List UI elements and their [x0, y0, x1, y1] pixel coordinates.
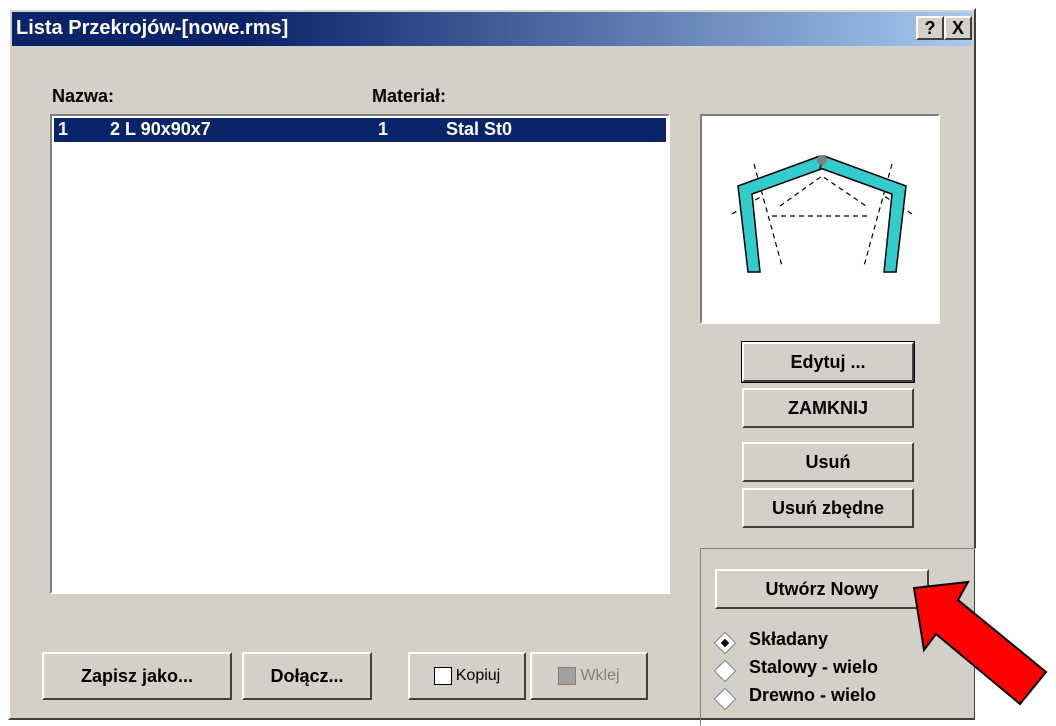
radio-indicator-icon — [713, 687, 737, 711]
radio-indicator-selected-icon — [713, 631, 737, 655]
help-button[interactable]: ? — [916, 16, 944, 40]
profile-right-angle — [819, 155, 907, 273]
copy-icon — [433, 666, 452, 685]
row-name: 2 L 90x90x7 — [110, 119, 211, 139]
copy-label: Kopiuj — [455, 667, 501, 684]
profile-left-angle — [737, 155, 825, 273]
radio-steel-multi-label: Stalowy - wielo — [749, 657, 879, 677]
copy-button[interactable]: Kopiuj — [408, 652, 526, 700]
paste-button[interactable]: Wklej — [530, 652, 648, 700]
delete-unneeded-button[interactable]: Usuń zbędne — [742, 488, 914, 528]
delete-button[interactable]: Usuń — [742, 442, 914, 482]
paste-label: Wklej — [580, 667, 620, 684]
window-title: Lista Przekrojów-[nowe.rms] — [16, 17, 289, 39]
attach-button[interactable]: Dołącz... — [242, 652, 372, 700]
radio-folded-label: Składany — [749, 629, 829, 649]
radio-wood-multi-label: Drewno - wielo — [749, 685, 877, 705]
sections-list[interactable]: 1 2 L 90x90x7 1 Stal St0 — [50, 114, 670, 594]
list-item[interactable]: 1 2 L 90x90x7 1 Stal St0 — [54, 118, 666, 142]
section-profile-icon — [731, 155, 913, 273]
create-new-button[interactable]: Utwórz Nowy — [715, 569, 929, 609]
dialog-window: Lista Przekrojów-[nowe.rms] ? X Nazwa: M… — [8, 8, 976, 726]
radio-indicator-icon — [713, 659, 737, 683]
row-material: Stal St0 — [446, 119, 513, 139]
annotation-arrow-icon — [912, 580, 1048, 706]
profile-node — [817, 155, 827, 165]
close-window-button[interactable]: X — [944, 16, 972, 40]
section-preview — [700, 114, 940, 324]
save-as-button[interactable]: Zapisz jako... — [42, 652, 232, 700]
edit-button[interactable]: Edytuj ... — [741, 341, 915, 383]
title-bar[interactable]: Lista Przekrojów-[nowe.rms] ? X — [12, 12, 972, 46]
close-button[interactable]: ZAMKNIJ — [742, 388, 914, 428]
column-header-name: Nazwa: — [52, 86, 115, 106]
row-number: 1 — [58, 119, 69, 139]
column-header-material: Materiał: — [372, 86, 447, 106]
paste-icon — [558, 666, 577, 685]
row-material-number: 1 — [378, 119, 389, 139]
